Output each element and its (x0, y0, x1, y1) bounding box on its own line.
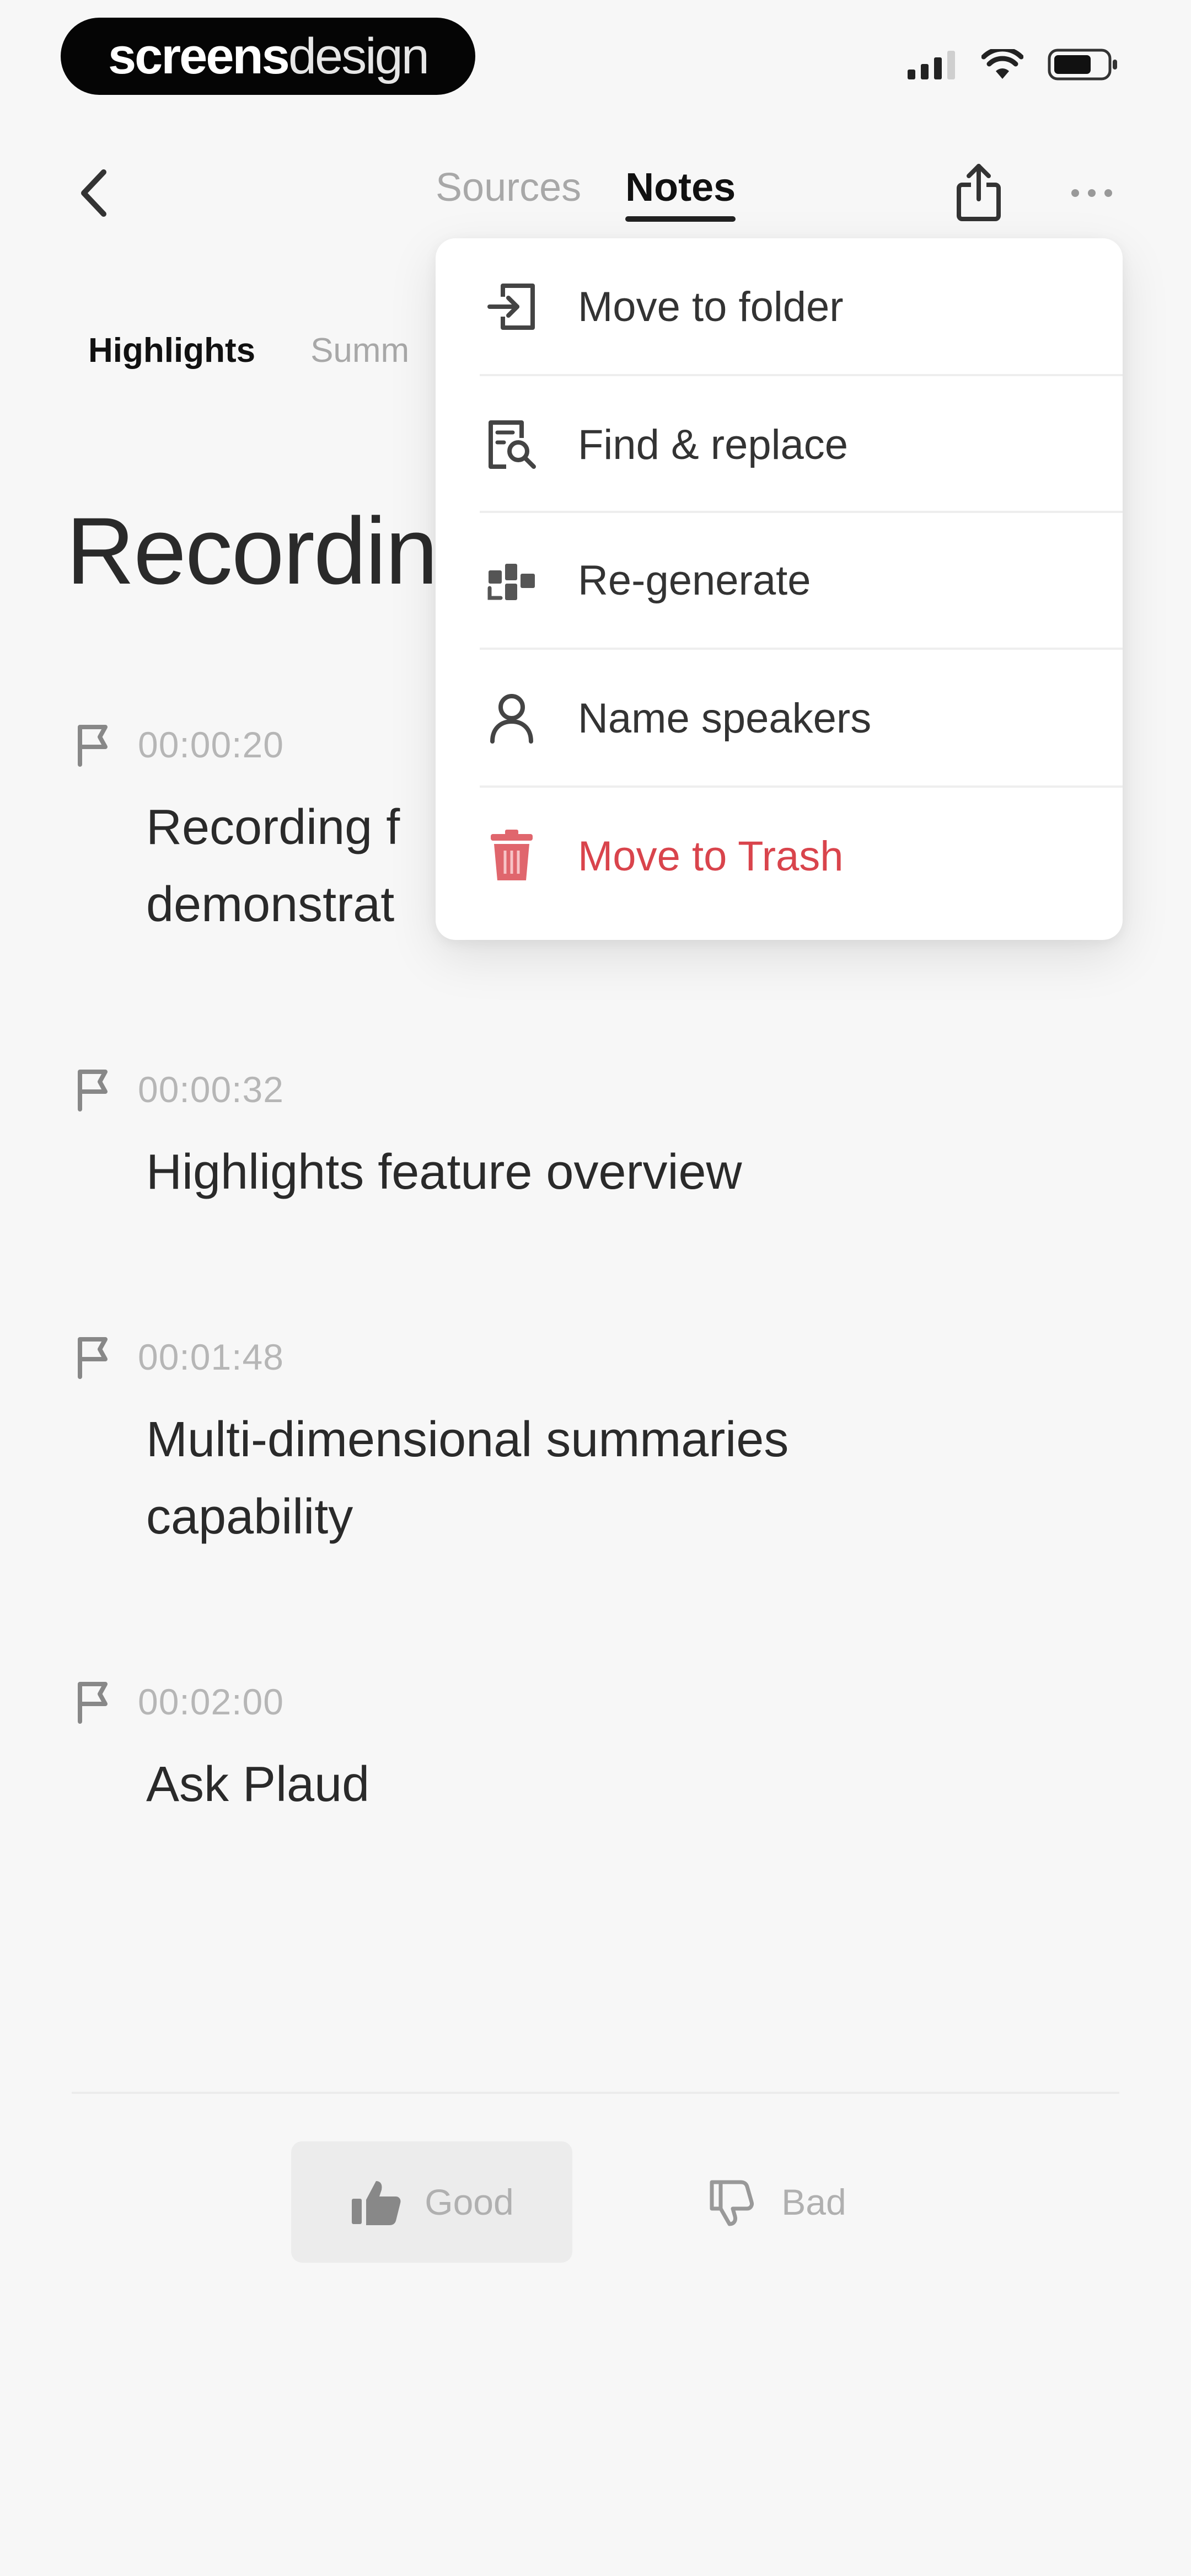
highlight-text: Recording f demonstrat (146, 800, 400, 932)
menu-item-regenerate[interactable]: Re-generate (436, 512, 1123, 649)
top-tabs: Sources Notes (436, 160, 736, 226)
flag-icon (72, 1680, 116, 1724)
flag-icon (72, 1067, 116, 1111)
menu-item-move-to-folder[interactable]: Move to folder (436, 238, 1123, 375)
highlight-text: Ask Plaud (146, 1757, 370, 1812)
sub-tabs: Highlights Summ (88, 331, 409, 370)
flag-icon (72, 723, 116, 767)
person-icon (484, 691, 539, 746)
brand-logo-light: design (288, 28, 430, 84)
menu-item-label: Re-generate (578, 557, 811, 604)
chevron-left-icon (81, 169, 106, 217)
bad-button[interactable]: Bad (666, 2141, 887, 2263)
bad-label: Bad (781, 2182, 846, 2222)
page-title: Recordin (66, 498, 438, 604)
highlight-timestamp: 00:01:48 (138, 1337, 284, 1377)
status-bar: screens design (0, 0, 1191, 121)
thumbs-down-icon (710, 2180, 754, 2226)
menu-item-label: Name speakers (578, 694, 872, 742)
menu-item-move-to-trash[interactable]: Move to Trash (436, 788, 1123, 924)
highlight-item[interactable]: 00:02:00 Ask Plaud (72, 1674, 1119, 1823)
tab-notes[interactable]: Notes (625, 160, 736, 226)
menu-item-label: Move to folder (578, 283, 844, 330)
tab-sources[interactable]: Sources (436, 160, 581, 226)
good-label: Good (425, 2182, 514, 2222)
menu-item-find-replace[interactable]: Find & replace (436, 376, 1123, 513)
menu-item-name-speakers[interactable]: Name speakers (436, 650, 1123, 787)
regenerate-icon (484, 553, 539, 608)
status-icons (908, 49, 1119, 81)
sub-tab-summary[interactable]: Summ (310, 331, 409, 370)
find-replace-icon (484, 417, 539, 472)
highlight-timestamp: 00:00:32 (138, 1069, 284, 1110)
divider (72, 2092, 1119, 2094)
cellular-signal-icon (908, 51, 955, 79)
highlight-text: Highlights feature overview (146, 1145, 742, 1200)
highlight-text: Multi-dimensional summaries capability (146, 1412, 789, 1544)
brand-logo: screens design (61, 18, 475, 95)
menu-item-label: Move to Trash (578, 832, 844, 880)
battery-icon (1048, 49, 1117, 81)
trash-icon (484, 829, 539, 884)
highlight-timestamp: 00:00:20 (138, 724, 284, 765)
more-horizontal-icon (1071, 189, 1112, 197)
sub-tab-highlights[interactable]: Highlights (88, 331, 255, 370)
highlight-item[interactable]: 00:01:48 Multi-dimensional summaries cap… (72, 1329, 1119, 1556)
menu-item-label: Find & replace (578, 421, 849, 468)
more-button[interactable] (1064, 171, 1119, 215)
wifi-icon (981, 49, 1023, 79)
flag-icon (72, 1335, 116, 1379)
thumbs-up-icon (352, 2181, 401, 2225)
notes-screen: screens design Sources Notes Highlights … (0, 0, 1191, 2576)
highlight-item[interactable]: 00:00:32 Highlights feature overview (72, 1062, 1119, 1211)
share-button[interactable] (948, 159, 1009, 225)
good-button[interactable]: Good (291, 2141, 572, 2263)
nav-bar: Sources Notes (0, 138, 1191, 248)
brand-logo-bold: screens (108, 28, 290, 84)
share-icon (957, 164, 1001, 221)
highlight-timestamp: 00:02:00 (138, 1681, 284, 1722)
back-button[interactable] (66, 165, 121, 221)
more-options-menu: Move to folder Find & replace Re-generat… (436, 238, 1123, 940)
move-to-folder-icon (484, 279, 539, 334)
feedback-bar: Good Bad (291, 2141, 898, 2263)
